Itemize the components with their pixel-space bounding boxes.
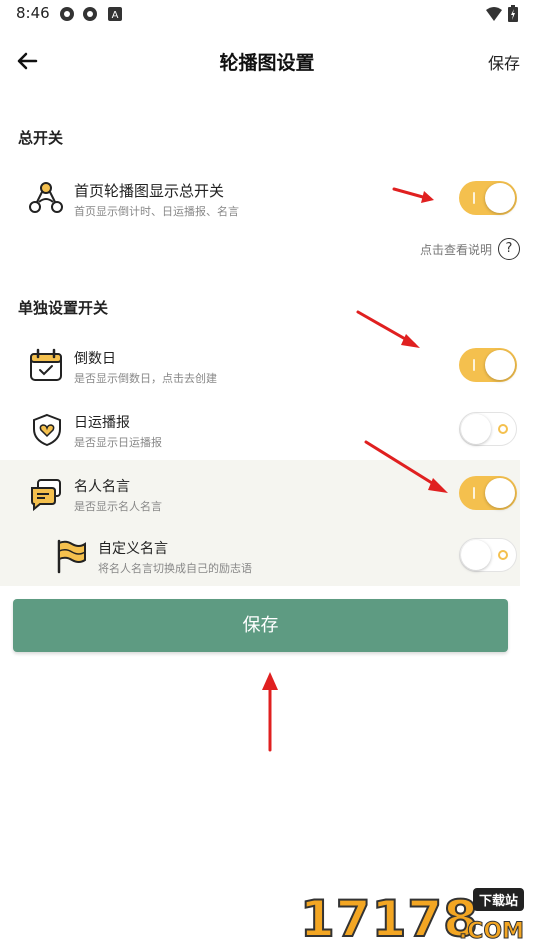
header: 轮播图设置 保存 (0, 38, 534, 84)
toggle-knob (485, 478, 515, 508)
help-link[interactable]: 点击查看说明 ? (390, 238, 520, 260)
watermark-number: 17178 (299, 889, 479, 949)
wifi-icon (485, 7, 502, 21)
flag-icon (57, 539, 86, 574)
toggle-knob (461, 540, 491, 570)
section-title-individual: 单独设置开关 (18, 299, 109, 317)
page-title: 轮播图设置 (219, 52, 315, 74)
status-bar: 8:46 A (0, 0, 534, 30)
watermark-logo: 17178 下载站 .COM (299, 886, 530, 949)
toggle-tick (473, 487, 475, 499)
watermark-domain: .COM (458, 919, 524, 945)
toggle-knob (461, 414, 491, 444)
countdown-toggle[interactable] (459, 348, 517, 382)
daily-fortune-toggle[interactable] (459, 412, 517, 446)
help-text: 点击查看说明 (419, 243, 492, 257)
a-icon: A (108, 7, 122, 21)
watermark-badge: 下载站 (472, 888, 524, 911)
annotation-arrow (392, 187, 434, 203)
toggle-ring (498, 550, 508, 560)
header-save-button[interactable]: 保存 (488, 50, 520, 74)
quotes-toggle[interactable] (459, 476, 517, 510)
item-title: 日运播报 (74, 415, 130, 431)
save-button[interactable]: 保存 (13, 599, 508, 652)
battery-icon (508, 5, 518, 22)
network-nodes-icon (29, 182, 63, 213)
status-time: 8:46 (16, 4, 50, 22)
item-subtitle: 是否显示日运播报 (74, 436, 162, 449)
custom-quote-toggle[interactable] (459, 538, 517, 572)
master-title: 首页轮播图显示总开关 (74, 182, 225, 200)
toggle-row-custom-quote[interactable]: 自定义名言 将名人名言切换成自己的励志语 (0, 534, 520, 586)
toggle-tick (473, 192, 475, 204)
master-subtitle: 首页显示倒计时、日运播报、名言 (74, 205, 239, 218)
item-subtitle: 是否显示倒数日，点击去创建 (74, 372, 217, 385)
settings-icon (83, 7, 97, 21)
master-toggle-row[interactable]: 首页轮播图显示总开关 首页显示倒计时、日运播报、名言 (0, 170, 520, 230)
annotation-arrow (262, 672, 278, 752)
toggle-ring (498, 424, 508, 434)
heart-shield-icon (33, 413, 61, 447)
item-subtitle: 是否显示名人名言 (74, 500, 162, 513)
toggle-row-countdown[interactable]: 倒数日 是否显示倒数日，点击去创建 (0, 340, 520, 392)
item-title: 自定义名言 (98, 541, 168, 557)
calendar-icon (30, 348, 62, 381)
svg-text:A: A (112, 10, 119, 21)
question-icon[interactable]: ? (498, 238, 520, 260)
section-title-master: 总开关 (18, 129, 64, 147)
toggle-knob (485, 350, 515, 380)
toggle-knob (485, 183, 515, 213)
item-title: 名人名言 (74, 479, 130, 495)
toggle-tick (473, 359, 475, 371)
chat-bubble-icon (31, 479, 61, 512)
item-title: 倒数日 (74, 351, 116, 367)
annotation-arrow (364, 440, 448, 493)
settings-icon (60, 7, 74, 21)
status-right (485, 5, 518, 26)
master-toggle[interactable] (459, 181, 517, 215)
annotation-arrow (356, 310, 420, 348)
item-subtitle: 将名人名言切换成自己的励志语 (98, 562, 252, 575)
